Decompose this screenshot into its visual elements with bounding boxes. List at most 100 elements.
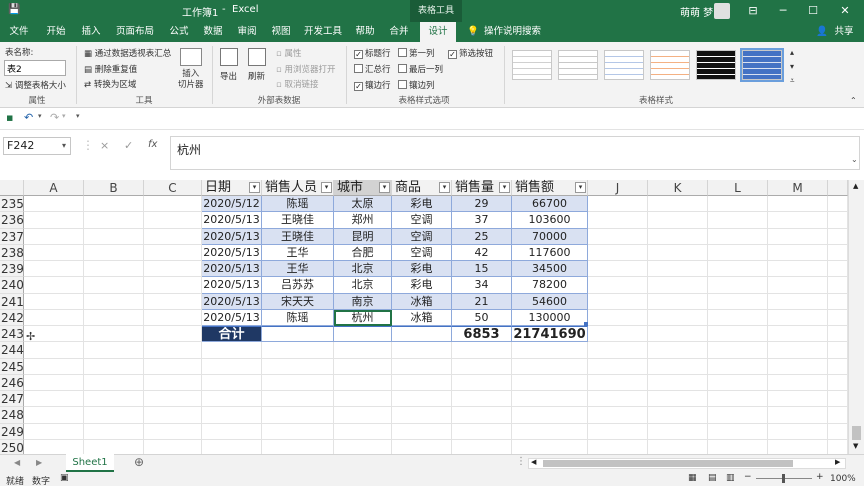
cell[interactable] — [768, 261, 828, 278]
total-row-checkbox[interactable]: 汇总行 — [354, 63, 391, 75]
name-box-dropdown-icon[interactable]: ▾ — [62, 141, 66, 150]
table-style-dark-1[interactable] — [696, 50, 736, 80]
cell[interactable] — [588, 228, 648, 245]
tell-me-search[interactable]: 操作说明搜索 — [484, 22, 544, 42]
cell[interactable] — [648, 326, 708, 343]
row-header[interactable]: 246 — [0, 374, 24, 391]
cell[interactable] — [708, 391, 768, 408]
cell-quantity[interactable]: 50 — [452, 309, 512, 326]
cell[interactable] — [512, 374, 588, 391]
cell[interactable] — [202, 374, 262, 391]
cell-salesperson[interactable]: 陈瑶 — [262, 196, 334, 213]
tab-help[interactable]: 帮助 — [350, 22, 380, 42]
zoom-in-icon[interactable]: + — [816, 472, 824, 482]
row-header[interactable]: 244 — [0, 342, 24, 359]
cell[interactable] — [768, 309, 828, 326]
zoom-slider-thumb[interactable] — [782, 474, 785, 483]
scroll-left-icon[interactable]: ◀ — [531, 458, 536, 466]
cell[interactable] — [144, 342, 202, 359]
cell[interactable] — [84, 277, 144, 294]
cell[interactable] — [768, 228, 828, 245]
active-cell[interactable]: 杭州 — [334, 309, 392, 326]
cell[interactable] — [84, 326, 144, 343]
cell[interactable] — [708, 277, 768, 294]
save-icon[interactable]: ▪ — [6, 111, 13, 124]
cell[interactable] — [452, 342, 512, 359]
cell[interactable] — [144, 244, 202, 261]
table-style-selected[interactable] — [740, 48, 784, 82]
refresh-button[interactable]: 刷新 — [248, 70, 265, 82]
cell[interactable] — [828, 228, 848, 245]
cell[interactable] — [648, 196, 708, 213]
filter-dropdown-icon[interactable]: ▾ — [575, 182, 586, 193]
cell-date[interactable]: 2020/5/13 — [202, 277, 262, 294]
filter-dropdown-icon[interactable]: ▾ — [321, 182, 332, 193]
vertical-scroll-thumb[interactable] — [852, 426, 861, 440]
cell-product[interactable]: 彩电 — [392, 277, 452, 294]
cell[interactable] — [828, 407, 848, 424]
remove-duplicates-button[interactable]: ▤ 删除重复值 — [84, 63, 137, 75]
cell[interactable] — [202, 391, 262, 408]
cell-date[interactable]: 2020/5/13 — [202, 293, 262, 310]
cell-date[interactable]: 2020/5/13 — [202, 228, 262, 245]
row-header[interactable]: 237 — [0, 228, 24, 245]
cell[interactable] — [708, 309, 768, 326]
page-layout-view-icon[interactable]: ▤ — [708, 473, 717, 483]
maximize-button[interactable]: ☐ — [798, 0, 828, 22]
cell-salesperson[interactable]: 吕苏苏 — [262, 277, 334, 294]
cell-amount[interactable]: 103600 — [512, 212, 588, 229]
cell-city[interactable]: 合肥 — [334, 244, 392, 261]
cell[interactable] — [648, 423, 708, 440]
cell[interactable] — [768, 244, 828, 261]
cell[interactable] — [828, 244, 848, 261]
col-header-a[interactable]: A — [24, 180, 84, 196]
total-quantity[interactable]: 6853 — [452, 326, 512, 343]
tab-home[interactable]: 开始 — [40, 22, 72, 42]
horizontal-scroll-thumb[interactable] — [543, 460, 793, 467]
cell-city[interactable]: 昆明 — [334, 228, 392, 245]
table-resize-handle[interactable] — [584, 322, 588, 326]
cell[interactable] — [588, 261, 648, 278]
cell[interactable] — [708, 374, 768, 391]
row-header[interactable]: 238 — [0, 244, 24, 261]
cell[interactable] — [648, 261, 708, 278]
row-header[interactable]: 245 — [0, 358, 24, 375]
customize-qat-icon[interactable]: ▾ — [76, 112, 80, 120]
expand-formula-bar-icon[interactable]: ⌄ — [851, 155, 858, 164]
cell[interactable] — [828, 212, 848, 229]
cell[interactable] — [334, 358, 392, 375]
tab-design[interactable]: 设计 — [420, 22, 456, 42]
cell[interactable] — [452, 374, 512, 391]
undo-dropdown-icon[interactable]: ▾ — [38, 112, 42, 120]
col-header-b[interactable]: B — [84, 180, 144, 196]
share-button[interactable]: 共享 — [830, 22, 858, 42]
row-header[interactable]: 235 — [0, 196, 24, 213]
formula-input[interactable]: 杭州 — [170, 136, 860, 170]
col-header-j[interactable]: J — [588, 180, 648, 196]
total-cell[interactable] — [262, 326, 334, 343]
zoom-out-icon[interactable]: − — [744, 472, 752, 482]
cell[interactable] — [392, 374, 452, 391]
cell-city[interactable]: 南京 — [334, 293, 392, 310]
cell[interactable] — [708, 293, 768, 310]
row-header[interactable]: 236 — [0, 212, 24, 229]
cell-product[interactable]: 冰箱 — [392, 309, 452, 326]
cell-salesperson[interactable]: 陈瑶 — [262, 309, 334, 326]
filter-dropdown-icon[interactable]: ▾ — [499, 182, 510, 193]
cell-quantity[interactable]: 21 — [452, 293, 512, 310]
cell[interactable] — [648, 244, 708, 261]
cell-city[interactable]: 北京 — [334, 277, 392, 294]
cell[interactable] — [24, 407, 84, 424]
cell-quantity[interactable]: 37 — [452, 212, 512, 229]
cell[interactable] — [24, 212, 84, 229]
cell[interactable] — [512, 423, 588, 440]
cell-amount[interactable]: 66700 — [512, 196, 588, 213]
cell[interactable] — [84, 358, 144, 375]
resize-table-button[interactable]: ⇲ 调整表格大小 — [5, 79, 66, 91]
banded-rows-checkbox[interactable]: ✓ 镶边行 — [354, 79, 391, 91]
cell[interactable] — [262, 374, 334, 391]
cell[interactable] — [708, 342, 768, 359]
cell[interactable] — [84, 196, 144, 213]
cell-product[interactable]: 空调 — [392, 244, 452, 261]
cell[interactable] — [144, 391, 202, 408]
